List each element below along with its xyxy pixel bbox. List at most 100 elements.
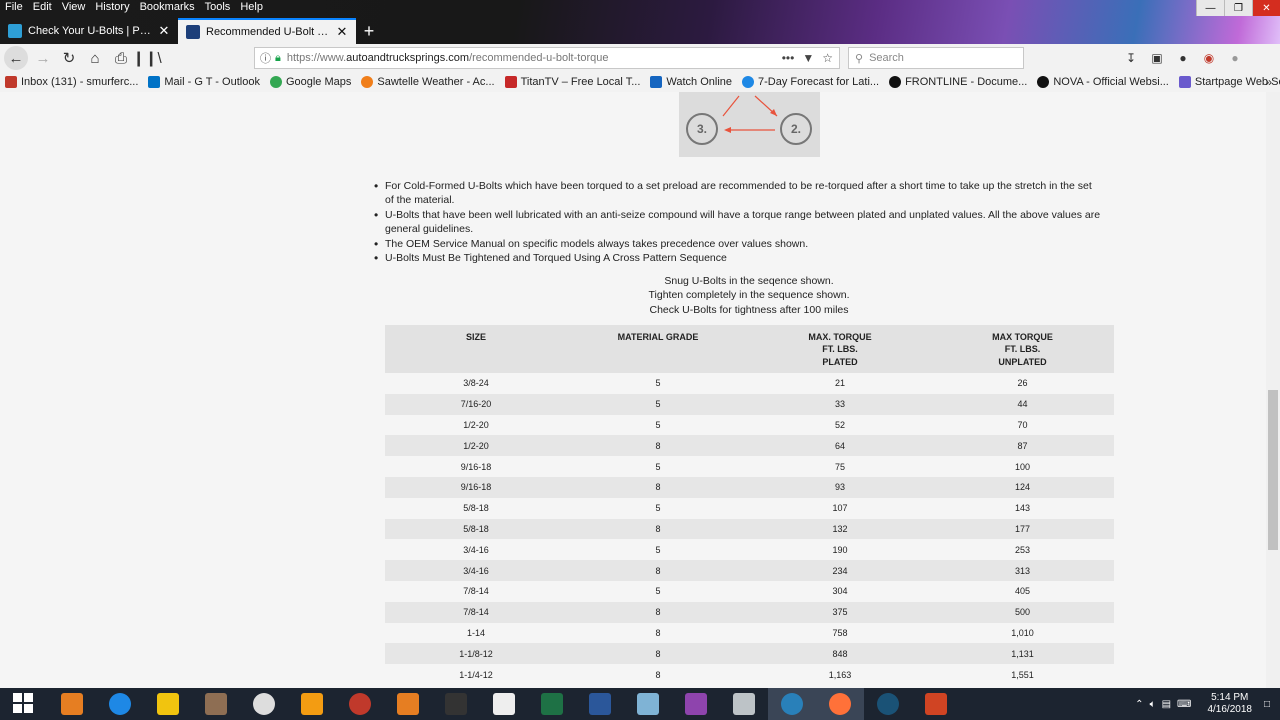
page-content: 3. 2. For Cold-Formed U-Bolts which have… <box>0 92 1266 688</box>
app-quill-icon <box>205 693 227 715</box>
taskbar-app-clapper[interactable] <box>480 688 528 720</box>
forward-button[interactable]: → <box>30 45 56 71</box>
address-bar[interactable]: ⓘ 🔒︎ https://www.autoandtrucksprings.com… <box>254 47 840 69</box>
taskbar-word[interactable] <box>576 688 624 720</box>
clock[interactable]: 5:14 PM 4/16/2018 <box>1207 692 1252 716</box>
url-text[interactable]: https://www.autoandtrucksprings.com/reco… <box>287 52 782 64</box>
bookmark-label: Mail - G T - Outlook <box>164 76 260 88</box>
tab-close-icon[interactable]: ✕ <box>336 24 348 40</box>
tab-check-your-u-bolts[interactable]: Check Your U-Bolts | Page 19 | ✕ <box>0 18 178 44</box>
bookmark-forecast[interactable]: 7-Day Forecast for Lati... <box>737 76 884 88</box>
keyboard-icon[interactable]: ⌨ <box>1177 699 1191 710</box>
instruction-line: Snug U-Bolts in the seqence shown. <box>664 275 834 287</box>
cell-size: 9/16-18 <box>385 456 567 477</box>
menu-file[interactable]: File <box>0 0 28 16</box>
back-button[interactable]: ← <box>4 46 28 70</box>
library-button[interactable]: ❙❙\ <box>132 45 162 71</box>
menu-edit[interactable]: Edit <box>28 0 57 16</box>
taskbar-start[interactable] <box>0 688 48 720</box>
search-placeholder: Search <box>869 52 904 64</box>
app-globe-icon <box>781 693 803 715</box>
extension-ball-icon[interactable]: ● <box>1172 47 1194 69</box>
ublock-icon[interactable]: ◉ <box>1198 47 1220 69</box>
cell-size: 1/2-20 <box>385 414 567 436</box>
bookmark-inbox[interactable]: Inbox (131) - smurferc... <box>0 76 143 88</box>
cell-grade: 8 <box>567 476 749 498</box>
menu-view[interactable]: View <box>57 0 91 16</box>
taskbar-calculator[interactable] <box>720 688 768 720</box>
bookmark-label: Inbox (131) - smurferc... <box>21 76 139 88</box>
volume-icon[interactable]: 🔈︎ <box>1150 699 1156 710</box>
home-button[interactable]: ⌂ <box>82 45 108 71</box>
pocket-icon[interactable]: ▼ <box>802 51 814 65</box>
bookmarks-overflow-icon[interactable]: » <box>1265 75 1272 89</box>
menu-tools[interactable]: Tools <box>200 0 236 16</box>
info-icon[interactable]: ⓘ <box>260 50 271 66</box>
guideline-item: The OEM Service Manual on specific model… <box>373 237 1103 252</box>
cell-grade: 5 <box>567 414 749 436</box>
bookmark-frontline[interactable]: FRONTLINE - Docume... <box>884 76 1032 88</box>
vertical-scrollbar[interactable] <box>1266 92 1280 688</box>
tab-close-icon[interactable]: ✕ <box>158 23 170 39</box>
cell-plated: 21 <box>749 373 931 394</box>
taskbar-app-notes[interactable] <box>288 688 336 720</box>
print-button[interactable]: ⎙ <box>108 45 134 71</box>
library-icon: ❙❙\ <box>132 50 162 67</box>
bookmark-google-maps[interactable]: Google Maps <box>265 76 356 88</box>
app-notes-icon <box>301 693 323 715</box>
reload-icon: ↻ <box>62 50 76 67</box>
menu-help[interactable]: Help <box>235 0 268 16</box>
downloads-icon[interactable]: ↧ <box>1120 47 1142 69</box>
reload-button[interactable]: ↻ <box>56 45 82 71</box>
taskbar-powerpoint[interactable] <box>912 688 960 720</box>
bookmark-outlook[interactable]: Mail - G T - Outlook <box>143 76 265 88</box>
taskbar-app-red-circle[interactable] <box>336 688 384 720</box>
tray-chevron-icon[interactable]: ⌃ <box>1135 699 1143 710</box>
taskbar-app-disc[interactable] <box>240 688 288 720</box>
app-pinwheel-icon <box>637 693 659 715</box>
taskbar-excel[interactable] <box>528 688 576 720</box>
taskbar-app-play[interactable] <box>864 688 912 720</box>
header-line: FT. LBS. <box>1004 344 1041 355</box>
notifications-icon[interactable]: □ <box>1264 699 1270 710</box>
bookmark-titantv[interactable]: TitanTV – Free Local T... <box>500 76 646 88</box>
bookmark-nova[interactable]: NOVA - Official Websi... <box>1032 76 1174 88</box>
taskbar-app-z[interactable] <box>672 688 720 720</box>
cell-unplated: 1,551 <box>931 664 1114 685</box>
bookmark-watch-online[interactable]: Watch Online <box>645 76 737 88</box>
search-input[interactable]: ⚲ Search <box>848 47 1024 69</box>
cell-unplated: 500 <box>931 601 1114 623</box>
extension-grey-icon[interactable]: ● <box>1224 47 1246 69</box>
cell-plated: 107 <box>749 497 931 519</box>
minimize-button[interactable]: — <box>1196 0 1224 16</box>
menu-bookmarks[interactable]: Bookmarks <box>135 0 200 16</box>
taskbar-app-pinwheel[interactable] <box>624 688 672 720</box>
lock-icon: 🔒︎ <box>275 51 281 64</box>
taskbar-firefox[interactable] <box>816 688 864 720</box>
restore-button[interactable]: ❐ <box>1224 0 1252 16</box>
taskbar-app-quill[interactable] <box>192 688 240 720</box>
bookmark-weather[interactable]: Sawtelle Weather - Ac... <box>356 76 499 88</box>
new-tab-button[interactable]: + <box>356 18 382 44</box>
header-max-torque-plated: MAX. TORQUE FT. LBS. PLATED <box>749 325 931 373</box>
taskbar-app-box[interactable] <box>384 688 432 720</box>
bookmark-star-icon[interactable]: ☆ <box>822 51 833 65</box>
scrollbar-thumb[interactable] <box>1268 390 1278 550</box>
bookmark-startpage[interactable]: Startpage Web Search <box>1174 76 1280 88</box>
page-actions-icon[interactable]: ••• <box>782 51 795 65</box>
taskbar-file-explorer[interactable] <box>144 688 192 720</box>
close-window-button[interactable]: ✕ <box>1252 0 1280 16</box>
menu-history[interactable]: History <box>90 0 134 16</box>
internet-explorer-icon <box>109 693 131 715</box>
search-icon: ⚲ <box>855 52 864 65</box>
taskbar-media-player[interactable] <box>48 688 96 720</box>
tab-recommended-u-bolt-torque[interactable]: Recommended U-Bolt Torque, ✕ <box>178 18 356 44</box>
sidebar-icon[interactable]: ▣ <box>1146 47 1168 69</box>
cell-size: 7/8-14 <box>385 580 567 602</box>
app-clapper-icon <box>493 693 515 715</box>
taskbar-internet-explorer[interactable] <box>96 688 144 720</box>
network-icon[interactable]: ▤ <box>1162 699 1171 710</box>
header-line: MAX TORQUE <box>992 332 1053 342</box>
taskbar-app-globe[interactable] <box>768 688 816 720</box>
taskbar-app-spy[interactable] <box>432 688 480 720</box>
